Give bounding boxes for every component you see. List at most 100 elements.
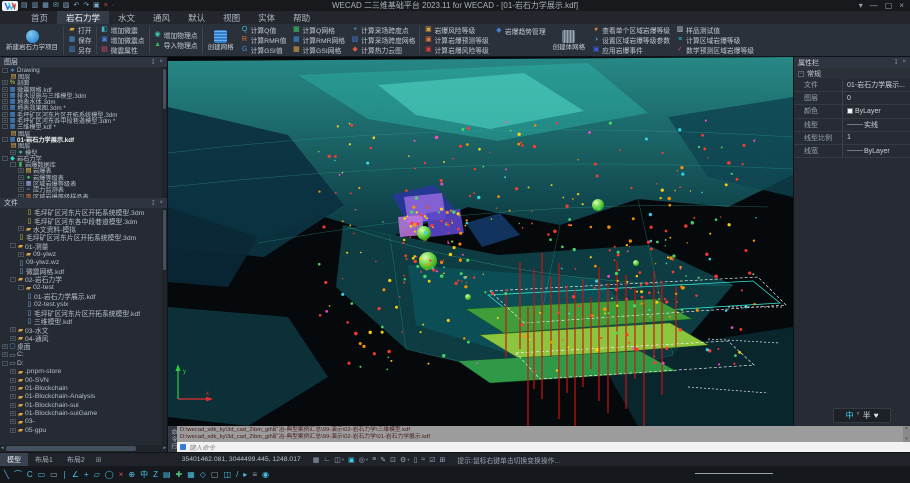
draw-tool-icon[interactable]: ▸ [243, 469, 247, 481]
property-row[interactable]: 线型比例 ——— 1 [794, 132, 910, 145]
close-icon[interactable]: × [159, 200, 163, 207]
viewport-3d-scene[interactable]: y x [168, 57, 793, 426]
ribbon-button[interactable]: ▣计算岩爆风险等级 [421, 45, 491, 55]
ribbon-button[interactable]: ◉增加物理点 [151, 30, 201, 40]
menu-tab[interactable]: 默认 [179, 11, 214, 24]
menu-tab[interactable]: 岩石力学 [57, 11, 109, 24]
add-layout-button[interactable]: ⊞ [92, 456, 106, 464]
create-mesh-button[interactable]: 创建网格 [204, 25, 238, 55]
status-toggle-icon[interactable]: ▯ ▾ [414, 456, 418, 464]
tree-item[interactable]: - ▰ 02-岩石力学 [0, 275, 167, 283]
quick-access-button[interactable]: ▤ [21, 1, 28, 11]
property-row[interactable]: 图层 ——— 0 [794, 92, 910, 105]
menu-tab[interactable]: 水文 [109, 11, 144, 24]
property-row[interactable]: 线宽 ——— ByLayer [794, 145, 910, 158]
tree-item[interactable]: + ▢ 桌面 [0, 342, 167, 350]
status-toggle-icon[interactable]: ▦ ▾ [313, 456, 320, 464]
ribbon-button[interactable]: ▦保存 [65, 35, 95, 45]
status-toggle-icon[interactable]: ☑ ▾ [429, 456, 435, 464]
draw-tool-icon[interactable]: ◫ [224, 469, 232, 481]
window-control-button[interactable]: ▢ [885, 1, 893, 10]
draw-tool-icon[interactable]: ◉ [262, 469, 269, 481]
draw-tool-icon[interactable]: ⊕ [128, 469, 135, 481]
quick-access-button[interactable]: ↷ [83, 1, 89, 11]
ribbon-button[interactable]: ▰打开 [65, 25, 95, 35]
draw-tool-icon[interactable]: ◇ [200, 469, 206, 481]
draw-tool-icon[interactable]: ▦ [187, 469, 195, 481]
view-tab[interactable]: 布局1 [28, 453, 60, 466]
draw-tool-icon[interactable]: ╲ [4, 469, 9, 481]
tree-item[interactable]: + ▰ 03- [0, 418, 167, 426]
ribbon-button[interactable]: ▥另存 [65, 45, 95, 55]
ribbon-button[interactable]: ◆计算热力云图 [348, 45, 418, 55]
selection-mode-icon[interactable]: 半 [863, 410, 871, 421]
ribbon-button[interactable]: ◑设置区域岩爆等级参数 [589, 35, 673, 45]
selection-mode-icon[interactable]: 中 [846, 410, 854, 421]
ribbon-button[interactable]: ▧计算采场跨度网格 [348, 35, 418, 45]
ribbon-button[interactable]: ▦计算GSI网格 [289, 45, 348, 55]
menu-tab[interactable]: 通风 [144, 11, 179, 24]
menu-tab[interactable]: 实体 [249, 11, 284, 24]
draw-tool-icon[interactable]: × [119, 469, 124, 481]
files-tree-scrollbar[interactable] [162, 208, 167, 445]
draw-tool-icon[interactable]: ∣ [63, 469, 67, 481]
new-rock-mechanics-project-button[interactable]: 新建岩石力学项目 [2, 25, 62, 55]
property-row[interactable]: 颜色 ——— ByLayer [794, 105, 910, 118]
close-icon[interactable]: × [159, 59, 163, 66]
tree-item[interactable]: + ▭ C: [0, 351, 167, 359]
window-control-button[interactable]: ▾ [859, 1, 863, 10]
draw-tool-icon[interactable]: ▤ [163, 469, 171, 481]
ribbon-button[interactable]: +计算采场跨度点 [348, 25, 418, 35]
ribbon-button[interactable]: ✓数学预测区域岩爆等级 [673, 45, 757, 55]
ribbon-button[interactable]: ▣岩爆风险等级 [421, 25, 491, 35]
status-toggle-icon[interactable]: ≈ ▾ [421, 456, 425, 464]
menu-tab[interactable]: 首页 [22, 11, 57, 24]
draw-tool-icon[interactable]: 中 [140, 469, 148, 481]
ribbon-button[interactable]: G计算GSI值 [238, 45, 290, 55]
command-history[interactable]: D:\wecad_sdk_ky\3d_cad_2\bin_git\矿冶-典型案例… [177, 426, 910, 442]
tree-item[interactable]: + ▥ 区域岩爆等级样品表 [0, 193, 167, 198]
collapse-icon[interactable]: − [798, 71, 804, 77]
files-tree-hscrollbar[interactable]: ◂▸ [0, 445, 167, 452]
ribbon-button[interactable]: ▣计算岩爆预测等级 [421, 35, 491, 45]
tree-item[interactable]: + ▰ 09-ylwz [0, 250, 167, 258]
ribbon-button[interactable]: ▣应用岩爆事件 [589, 45, 673, 55]
command-history-scrollbar[interactable]: ▴▾ [903, 426, 910, 442]
tree-item[interactable]: + ▰ 00-SVN [0, 376, 167, 384]
draw-tool-icon[interactable]: ✚ [176, 469, 183, 481]
status-toggle-icon[interactable]: ≡ ▾ [372, 456, 376, 464]
quick-access-button[interactable]: ▦ [42, 1, 49, 11]
ribbon-button[interactable]: ▣增加微震点 [98, 35, 148, 45]
create-volume-mesh-button[interactable]: 创建体网格 [549, 25, 590, 55]
tree-item[interactable]: + ▰ 01-Blockchain [0, 384, 167, 392]
quick-access-button[interactable]: ▥ [32, 1, 39, 11]
selection-mode-icon[interactable]: ° [857, 411, 860, 420]
status-toggle-icon[interactable]: ⚙ ▾ [400, 456, 410, 464]
draw-tool-icon[interactable]: Z [153, 469, 158, 481]
draw-tool-icon[interactable]: + [84, 469, 89, 481]
properties-section-general[interactable]: − 常规 [794, 68, 910, 79]
tree-item[interactable]: - ▰ 01-测量 [0, 242, 167, 250]
ribbon-button[interactable]: ▦计算RMR网格 [289, 35, 348, 45]
draw-tool-icon[interactable]: ▭ [50, 469, 58, 481]
quick-access-button[interactable]: ↶ [73, 1, 79, 11]
status-toggle-icon[interactable]: ▣ ▾ [348, 456, 355, 464]
tree-item[interactable]: + ▰ .pnpm-store [0, 367, 167, 375]
status-toggle-icon[interactable]: ⊡ ▾ [390, 456, 396, 464]
draw-tool-icon[interactable]: ≡ [252, 469, 257, 481]
draw-tool-icon[interactable]: ∠ [72, 469, 79, 481]
tree-item[interactable]: + ▰ 01-Blockchain-sui [0, 401, 167, 409]
ribbon-button[interactable]: ≡计算区域岩爆等级 [673, 35, 757, 45]
ribbon-button[interactable]: ◆岩爆趋势管理 [492, 26, 549, 36]
pin-icon[interactable]: ↧ [150, 59, 155, 66]
command-input[interactable]: 键入命令 [177, 442, 910, 452]
status-toggle-icon[interactable]: ◎ ▾ [359, 456, 368, 464]
view-tab[interactable]: 模型 [0, 453, 28, 466]
tree-item[interactable]: ▯ 01-岩石力学展示.kdf [0, 292, 167, 300]
pin-icon[interactable]: ↧ [150, 200, 155, 207]
draw-tool-icon[interactable]: ▱ [94, 469, 100, 481]
quick-access-button[interactable]: ▣ [93, 1, 100, 11]
selection-mode-icon[interactable]: ♥ [874, 411, 879, 420]
draw-tool-icon[interactable]: / [236, 469, 238, 481]
draw-tool-icon[interactable]: ▢ [211, 469, 219, 481]
